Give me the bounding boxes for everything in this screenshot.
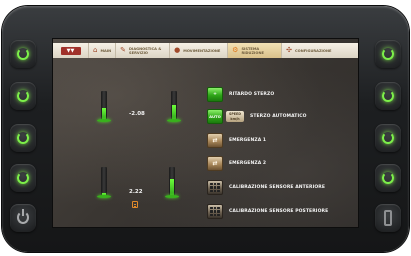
tab-reduction-system[interactable]: ⚙ SISTEMA RIDUZIONE	[228, 43, 283, 58]
tab-diagnostics-label: DIAGNOSTICA & SERVIZIO	[129, 46, 162, 55]
calibration-grid-icon	[210, 207, 220, 216]
left-softkey-2[interactable]	[10, 82, 36, 110]
display-bezel: ▼▼ ⌂ MAIN ✎ DIAGNOSTICA & SERVIZIO ● MOV…	[2, 6, 409, 252]
calibrate-rear-label: CALIBRAZIONE SENSORE POSTERIORE	[229, 209, 329, 214]
gauge-base	[97, 195, 111, 198]
right-softkey-3[interactable]	[375, 124, 401, 152]
steering-delay-button[interactable]: +	[207, 87, 223, 102]
ring-indicator-icon	[17, 90, 29, 102]
tab-configuration-label: CONFIGURAZIONE	[295, 48, 332, 53]
auto-steering-label: STERZO AUTOMATICO	[250, 114, 307, 119]
speed-chip: SPEED km/h	[226, 111, 244, 122]
emergency-2-label: EMERGENZA 2	[229, 161, 267, 166]
ring-indicator-icon	[382, 172, 394, 184]
calibrate-front-label: CALIBRAZIONE SENSORE ANTERIORE	[229, 185, 326, 190]
tab-reduction-label: SISTEMA RIDUZIONE	[241, 46, 264, 55]
menu-calibrate-rear-sensor[interactable]: CALIBRAZIONE SENSORE POSTERIORE	[207, 204, 328, 219]
gauge-rear-right	[169, 167, 175, 197]
steering-delay-label: RITARDO STERZO	[229, 92, 275, 97]
emergency-1-label: EMERGENZA 1	[229, 138, 267, 143]
menu-emergency-2[interactable]: ⇄ EMERGENZA 2	[207, 156, 266, 171]
tab-main[interactable]: ⌂ MAIN	[89, 43, 117, 58]
gauge-base	[165, 195, 179, 198]
calibrate-rear-button[interactable]	[207, 204, 223, 219]
tab-main-label: MAIN	[100, 48, 112, 53]
brand-logo: ▼▼	[53, 43, 89, 58]
screen: ▼▼ ⌂ MAIN ✎ DIAGNOSTICA & SERVIZIO ● MOV…	[52, 38, 359, 228]
plus-icon: +	[213, 92, 217, 97]
usb-port	[375, 204, 401, 232]
gauge-base	[167, 119, 181, 122]
calibrate-front-button[interactable]	[207, 180, 223, 195]
gear-icon: ⚙	[232, 46, 239, 54]
gauge-front-right	[171, 91, 177, 121]
ring-indicator-icon	[17, 172, 29, 184]
axle-icon: ⇄	[212, 137, 218, 144]
rear-reading: 2.22	[129, 189, 143, 195]
emergency-1-button[interactable]: ⇄	[207, 133, 223, 148]
tab-movement[interactable]: ● MOVIMENTAZIONE	[170, 43, 229, 58]
drop-icon: ●	[174, 46, 181, 54]
ring-indicator-icon	[382, 132, 394, 144]
top-navigation-bar: ▼▼ ⌂ MAIN ✎ DIAGNOSTICA & SERVIZIO ● MOV…	[53, 43, 358, 58]
wrench-icon: ✎	[120, 46, 127, 54]
menu-calibrate-front-sensor[interactable]: CALIBRAZIONE SENSORE ANTERIORE	[207, 180, 325, 195]
ring-indicator-icon	[382, 48, 394, 60]
right-softkey-1[interactable]	[375, 40, 401, 68]
ring-indicator-icon	[17, 132, 29, 144]
ring-indicator-icon	[382, 90, 394, 102]
tab-configuration[interactable]: ✣ CONFIGURAZIONE	[282, 43, 335, 58]
ring-indicator-icon	[17, 48, 29, 60]
right-softkey-2[interactable]	[375, 82, 401, 110]
speed-chip-label: SPEED km/h	[228, 111, 242, 121]
left-softkey-1[interactable]	[10, 40, 36, 68]
emergency-2-button[interactable]: ⇄	[207, 156, 223, 171]
gauge-rear-left	[101, 167, 107, 197]
gauge-front-left	[101, 91, 107, 121]
menu-emergency-1[interactable]: ⇄ EMERGENZA 1	[207, 133, 266, 148]
calibration-grid-icon	[210, 183, 220, 192]
left-softkey-3[interactable]	[10, 124, 36, 152]
logo-icon: ▼▼	[60, 46, 81, 55]
fan-icon: ✣	[286, 46, 293, 54]
gauge-base	[97, 119, 111, 122]
sensor-warning-icon	[132, 201, 138, 208]
menu-auto-steering[interactable]: AUTO SPEED km/h STERZO AUTOMATICO	[207, 109, 307, 124]
power-button[interactable]	[10, 204, 36, 232]
menu-steering-delay[interactable]: + RITARDO STERZO	[207, 87, 274, 102]
tab-movement-label: MOVIMENTAZIONE	[183, 48, 221, 53]
power-icon	[17, 209, 29, 224]
right-softkey-4[interactable]	[375, 164, 401, 192]
auto-steering-button[interactable]: AUTO	[207, 109, 223, 124]
home-icon: ⌂	[93, 46, 98, 54]
tab-diagnostics[interactable]: ✎ DIAGNOSTICA & SERVIZIO	[116, 43, 171, 58]
left-softkey-4[interactable]	[10, 164, 36, 192]
auto-label: AUTO	[209, 114, 221, 119]
usb-icon	[384, 210, 392, 226]
front-reading: -2.08	[129, 111, 145, 117]
axle-icon: ⇄	[212, 160, 218, 167]
